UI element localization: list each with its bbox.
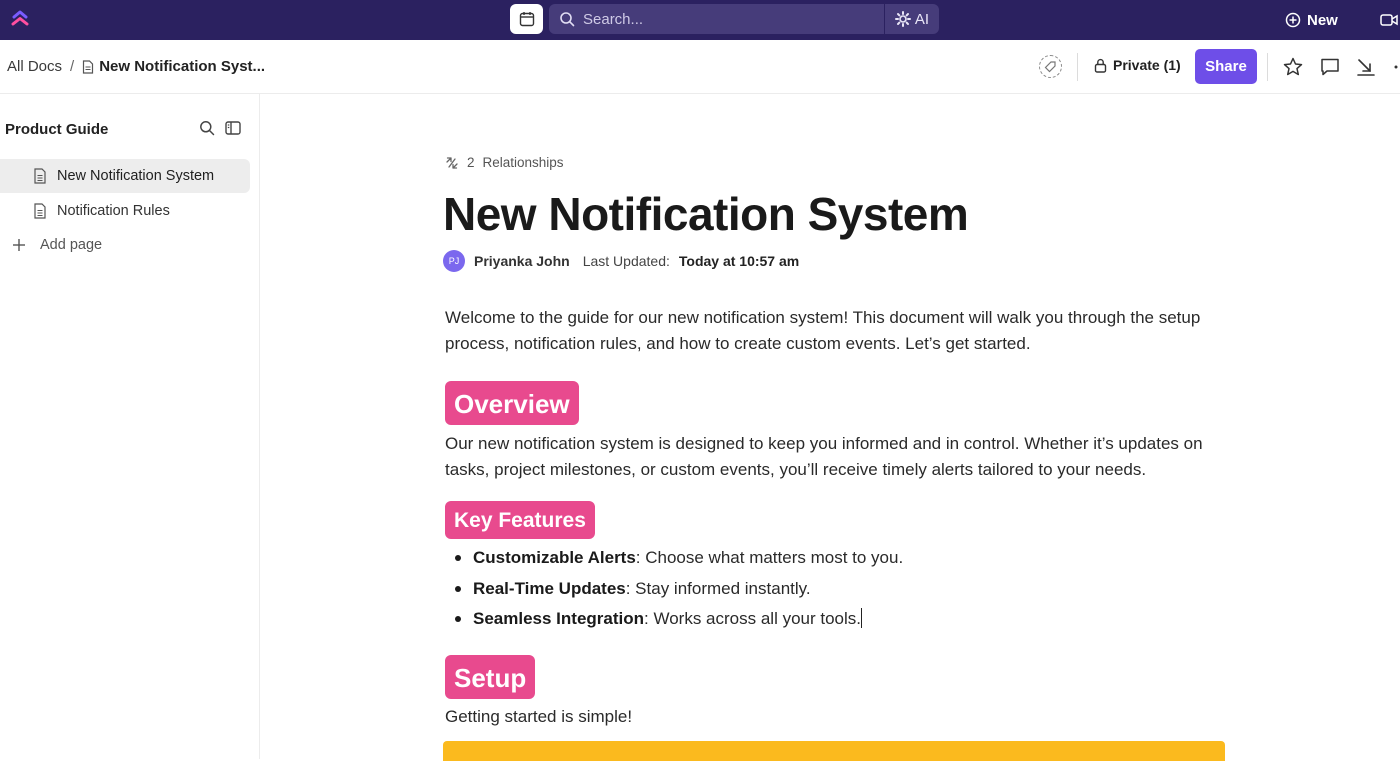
last-updated-label: Last Updated: [582, 253, 670, 269]
app-logo-icon[interactable] [11, 9, 29, 31]
sidebar-item-new-notification-system[interactable]: New Notification System [0, 159, 250, 193]
download-icon[interactable] [1355, 56, 1377, 78]
bullet [455, 616, 461, 622]
feature-text: : Works across all your tools. [644, 609, 861, 628]
breadcrumb-all-docs[interactable]: All Docs [7, 58, 62, 75]
feature-title: Real-Time Updates [473, 578, 626, 598]
new-button[interactable]: New [1285, 8, 1338, 32]
document-icon [34, 168, 46, 184]
relationships-link[interactable]: 2 Relationships [445, 155, 564, 170]
sidebar-item-notification-rules[interactable]: Notification Rules [0, 194, 250, 228]
tag-icon[interactable] [1039, 55, 1062, 78]
top-bar: AI New [0, 0, 1400, 40]
page-title[interactable]: New Notification System [443, 187, 969, 241]
video-record-icon[interactable] [1380, 10, 1400, 30]
search-icon[interactable] [199, 120, 215, 136]
document-icon [83, 59, 94, 74]
list-item[interactable]: Real-Time Updates: Stay informed instant… [455, 574, 903, 605]
relationship-icon [446, 156, 458, 169]
list-item[interactable]: Seamless Integration: Works across all y… [455, 604, 903, 635]
divider [1077, 53, 1078, 81]
calendar-icon [519, 12, 534, 27]
sidebar-item-label: New Notification System [57, 168, 215, 184]
comment-icon[interactable] [1319, 56, 1341, 78]
avatar[interactable]: PJ [443, 250, 465, 272]
doc-header: All Docs / New Notification Syst... Priv… [0, 40, 1400, 94]
sidebar-collapse-icon[interactable] [225, 120, 241, 136]
privacy-button[interactable]: Private (1) [1094, 57, 1181, 73]
sparkle-gear-icon [894, 11, 911, 27]
heading-key-features[interactable]: Key Features [445, 501, 595, 539]
last-updated-value: Today at 10:57 am [678, 253, 800, 269]
text-cursor [861, 608, 862, 628]
bullet [455, 585, 461, 592]
more-options-icon[interactable] [1392, 56, 1400, 78]
add-page-label: Add page [40, 237, 103, 253]
privacy-label: Private (1) [1113, 57, 1181, 73]
feature-text: : Stay informed instantly. [625, 578, 811, 598]
breadcrumb-current-doc[interactable]: New Notification Syst... [99, 58, 265, 75]
add-page-button[interactable]: Add page [12, 237, 102, 253]
document-body: 2 Relationships New Notification System … [260, 94, 1400, 761]
calendar-button[interactable] [510, 4, 543, 34]
relationships-count: 2 [467, 155, 475, 170]
breadcrumb-separator: / [70, 58, 75, 75]
feature-title: Customizable Alerts [473, 548, 636, 567]
share-button[interactable]: Share [1195, 49, 1257, 84]
feature-text: : Choose what matters most to you. [635, 548, 904, 567]
author-name[interactable]: Priyanka John [474, 253, 570, 269]
list-item[interactable]: Customizable Alerts: Choose what matters… [455, 543, 904, 574]
callout-block[interactable] [443, 741, 1225, 761]
search-icon [560, 12, 575, 27]
setup-paragraph[interactable]: Getting started is simple! [445, 704, 1215, 730]
document-icon [34, 203, 46, 219]
ai-label: AI [914, 10, 930, 28]
heading-setup[interactable]: Setup [445, 655, 536, 699]
sidebar-title: Product Guide [5, 121, 109, 138]
breadcrumb: All Docs / New Notification Syst... [7, 58, 265, 75]
bullet [455, 555, 461, 561]
plus-icon [13, 239, 25, 251]
overview-paragraph[interactable]: Our new notification system is designed … [445, 431, 1235, 483]
feature-title: Seamless Integration [473, 609, 645, 628]
relationships-label: Relationships [482, 155, 564, 170]
lock-icon [1094, 58, 1107, 73]
doc-meta: PJ Priyanka John Last Updated: Today at … [443, 250, 799, 272]
features-list: Customizable Alerts: Choose what matters… [455, 543, 904, 635]
global-search[interactable] [549, 4, 884, 34]
ai-button[interactable]: AI [885, 4, 939, 34]
search-input[interactable] [583, 10, 863, 28]
intro-paragraph[interactable]: Welcome to the guide for our new notific… [445, 305, 1215, 357]
plus-circle-icon [1285, 12, 1301, 28]
divider [1267, 53, 1268, 81]
star-icon[interactable] [1282, 56, 1304, 78]
heading-overview[interactable]: Overview [445, 381, 579, 425]
new-label: New [1307, 11, 1338, 29]
sidebar-item-label: Notification Rules [57, 203, 170, 219]
sidebar: Product Guide New Notification System No… [0, 94, 260, 759]
